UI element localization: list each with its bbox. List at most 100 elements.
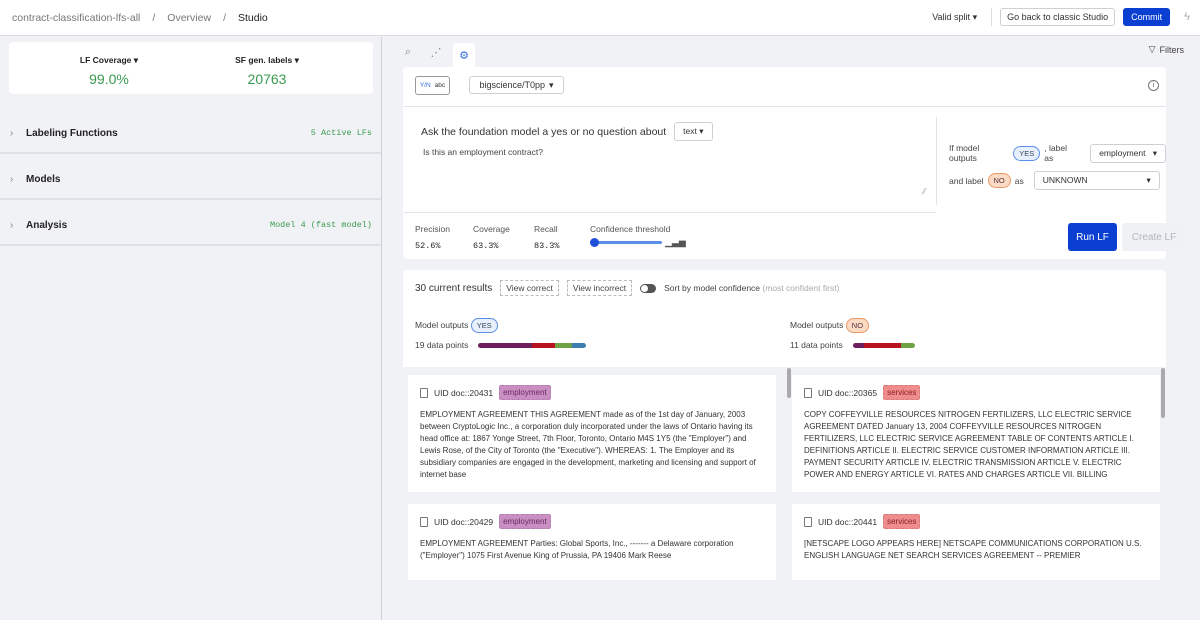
- lf-builder-panel: Y/N abc bigscience/T0pp ▾ i Ask the founda…: [403, 67, 1186, 259]
- slider-handle[interactable]: [590, 238, 599, 247]
- chevron-right-icon: ›: [10, 219, 14, 231]
- document-icon: [420, 387, 428, 398]
- prompt-input[interactable]: Is this an employment contract?: [423, 147, 543, 157]
- no-pill: NO: [845, 318, 870, 333]
- search-icon[interactable]: ⌕: [397, 43, 419, 61]
- card-uid: UID doc::20431: [434, 387, 494, 398]
- divider: [991, 8, 993, 26]
- distribution-segment: [863, 343, 902, 349]
- section-badge: 5 Active LFs: [310, 128, 372, 138]
- filter-icon: ▽: [1148, 44, 1156, 54]
- lightning-icon[interactable]: ϟ: [1184, 11, 1190, 23]
- cards-area: UID doc::20431 employment EMPLOYMENT AGRE…: [403, 367, 1166, 580]
- chevron-right-icon: ›: [10, 127, 14, 139]
- and-label-text: and label: [949, 175, 984, 186]
- yn-option: Y/N: [419, 82, 431, 89]
- metric-value: 63.3%: [473, 241, 499, 251]
- data-points-count: 11 data points: [790, 340, 843, 350]
- model-outputs-label: Model outputs: [415, 320, 469, 330]
- sort-toggle[interactable]: [640, 283, 657, 293]
- section-models[interactable]: › Models: [0, 160, 381, 200]
- breadcrumb-separator: /: [152, 12, 156, 24]
- divider: [936, 117, 937, 205]
- metric-label: Recall: [534, 224, 558, 234]
- model-select[interactable]: bigscience/T0pp ▾: [469, 76, 564, 94]
- view-incorrect-button[interactable]: View incorrect: [566, 280, 633, 296]
- model-value: bigscience/T0pp: [479, 80, 545, 90]
- result-card[interactable]: UID doc::20441 services [NETSCAPE LOGO AP…: [792, 504, 1160, 580]
- as-text: as: [1014, 175, 1024, 186]
- result-card[interactable]: UID doc::20365 services COPY COFFEYVILLE …: [792, 375, 1160, 492]
- stat-label: LF Coverage: [79, 55, 132, 65]
- resize-handle-icon[interactable]: ⁄⁄: [923, 187, 926, 196]
- lf-coverage-value: 99.0%: [89, 71, 129, 87]
- info-icon[interactable]: i: [1148, 80, 1159, 91]
- view-tabs: ⌕ ⋰ ⚙: [397, 43, 475, 67]
- question-prefix: Ask the foundation model a yes or no que…: [421, 125, 667, 138]
- result-card[interactable]: UID doc::20429 employment EMPLOYMENT AGRE…: [408, 504, 776, 580]
- chevron-right-icon: ›: [10, 173, 14, 185]
- histogram-icon[interactable]: ▁▃▅: [665, 237, 686, 248]
- yes-label-select[interactable]: employment ▾: [1090, 143, 1166, 163]
- no-column-header: Model outputs NO: [790, 318, 870, 333]
- no-column-points: 11 data points: [790, 340, 915, 350]
- yes-mapping-row: If model outputs YES , label as employme…: [949, 143, 1166, 163]
- if-yes-label: If model outputs: [949, 143, 980, 163]
- main-area: ⌕ ⋰ ⚙ ▽ Filters Y/N abc bigscience/T0pp ▾ i…: [383, 37, 1200, 620]
- confidence-slider[interactable]: [590, 238, 662, 247]
- stats-card: LF Coverage ▾ 99.0% SF gen. labels ▾ 207…: [9, 42, 373, 94]
- metric-value: 52.6%: [415, 241, 441, 251]
- sf-labels-value: 20763: [247, 71, 287, 87]
- no-distribution-bar: [852, 343, 915, 349]
- label-as-text: , label as: [1044, 143, 1067, 163]
- foundation-model-icon[interactable]: ⚙: [453, 43, 475, 67]
- label-tag: services: [883, 514, 921, 529]
- question-row: Ask the foundation model a yes or no que…: [421, 122, 713, 141]
- field-select[interactable]: text ▾: [674, 122, 713, 141]
- run-lf-button[interactable]: Run LF: [1068, 223, 1117, 251]
- yes-column-points: 19 data points: [415, 340, 587, 350]
- section-badge: Model 4 (fast model): [269, 220, 372, 230]
- scatter-chart-icon[interactable]: ⋰: [425, 43, 447, 61]
- no-label-value: UNKNOWN: [1042, 175, 1088, 185]
- card-header: UID doc::20365 services: [804, 385, 1148, 400]
- right-scrollbar[interactable]: [1161, 368, 1165, 418]
- section-title: Labeling Functions: [26, 127, 118, 139]
- split-label: Valid split: [932, 11, 971, 22]
- split-dropdown[interactable]: Valid split ▾: [932, 12, 977, 23]
- no-label-select[interactable]: UNKNOWN ▾: [1033, 171, 1160, 190]
- distribution-segment: [572, 343, 587, 349]
- output-type-toggle[interactable]: Y/N abc: [415, 76, 450, 95]
- breadcrumb-project[interactable]: contract-classification-lfs-all: [12, 12, 140, 24]
- results-count: 30 current results: [415, 282, 493, 294]
- filters-button[interactable]: ▽ Filters: [1149, 44, 1184, 55]
- sort-label: Sort by model confidence (most confident…: [664, 283, 839, 293]
- sort-text: Sort by model confidence: [664, 283, 761, 293]
- classic-studio-button[interactable]: Go back to classic Studio: [1000, 8, 1116, 26]
- no-mapping-row: and label NO as UNKNOWN ▾: [949, 171, 1160, 190]
- label-tag: services: [883, 385, 921, 400]
- card-header: UID doc::20441 services: [804, 514, 1148, 529]
- caret-down-icon: ▾: [549, 79, 554, 90]
- distribution-segment: [555, 343, 573, 349]
- results-header: 30 current results View correct View inc…: [415, 280, 839, 296]
- breadcrumb-separator: /: [223, 12, 226, 24]
- lf-coverage-dropdown[interactable]: LF Coverage ▾: [29, 55, 189, 66]
- section-labeling-functions[interactable]: › Labeling Functions 5 Active LFs: [0, 114, 381, 154]
- left-scrollbar[interactable]: [787, 368, 791, 398]
- metric-label: Precision: [415, 224, 450, 234]
- commit-button[interactable]: Commit: [1123, 8, 1171, 26]
- divider: [403, 106, 1166, 107]
- caret-down-icon: ▾: [972, 11, 978, 22]
- breadcrumb-overview[interactable]: Overview: [167, 12, 211, 24]
- coverage-metric: Coverage 63.3%: [473, 224, 510, 251]
- yes-label-value: employment: [1099, 147, 1146, 158]
- distribution-segment: [852, 343, 864, 349]
- section-analysis[interactable]: › Analysis Model 4 (fast model): [0, 206, 381, 246]
- sf-labels-dropdown[interactable]: SF gen. labels ▾: [187, 55, 347, 66]
- label-tag: employment: [499, 385, 551, 400]
- view-correct-button[interactable]: View correct: [500, 280, 559, 296]
- result-card[interactable]: UID doc::20431 employment EMPLOYMENT AGRE…: [408, 375, 776, 492]
- create-lf-button[interactable]: Create LF: [1122, 223, 1186, 251]
- document-icon: [420, 516, 428, 527]
